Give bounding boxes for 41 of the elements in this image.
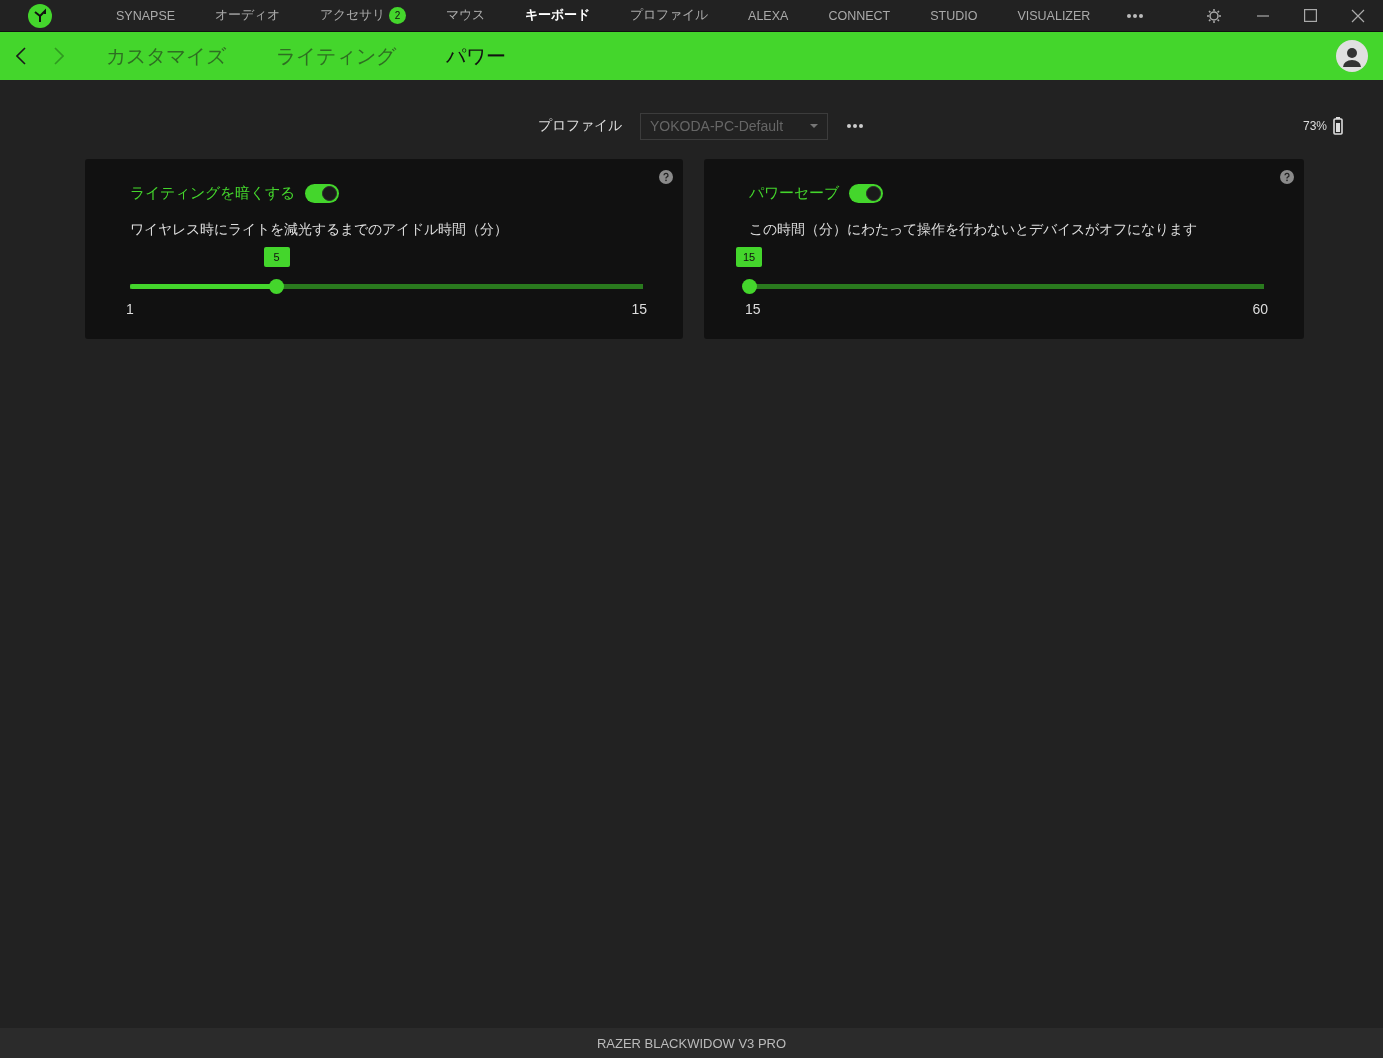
min-label: 1	[126, 301, 134, 317]
maximize-icon[interactable]	[1304, 9, 1317, 22]
profile-label: プロファイル	[538, 117, 622, 135]
nav-tab[interactable]: マウス	[426, 0, 506, 32]
logo-icon[interactable]	[28, 3, 52, 28]
close-icon[interactable]	[1351, 8, 1365, 23]
count-badge: 2	[389, 7, 407, 24]
settings-icon[interactable]	[1206, 7, 1222, 24]
battery-reading: 73%	[1302, 119, 1327, 133]
nav-tab[interactable]: VISUALIZER	[997, 0, 1111, 32]
caret-icon	[810, 124, 818, 128]
nav-tab[interactable]: SYNAPSE	[96, 0, 196, 32]
nav-tab[interactable]: キーボード	[505, 0, 611, 32]
max-label: 60	[1252, 301, 1268, 317]
device-name: RAZER BLACKWIDOW V3 PRO	[0, 1028, 1383, 1058]
help-icon[interactable]	[659, 170, 673, 184]
setting-title: ライティングを暗くする	[130, 184, 295, 203]
setting-description: この時間（分）にわたって操作を行わないとデバイスがオフになります	[749, 221, 1198, 239]
more-icon[interactable]	[1126, 12, 1145, 19]
nav-tab[interactable]: ALEXA	[728, 0, 809, 32]
help-icon[interactable]	[1280, 170, 1294, 184]
nav-tab[interactable]: アクセサリ 2	[300, 0, 427, 32]
setting-title: パワーセーブ	[749, 184, 839, 203]
max-label: 15	[631, 301, 647, 317]
battery-icon	[1333, 117, 1343, 135]
sub-tab[interactable]: パワー	[446, 42, 506, 70]
slider-thumb[interactable]	[741, 279, 757, 294]
avatar-icon[interactable]	[1336, 40, 1368, 72]
nav-tab[interactable]: オーディオ	[195, 0, 301, 32]
value-tooltip: 5	[263, 247, 290, 267]
min-label: 15	[745, 301, 761, 317]
slider-thumb[interactable]	[269, 279, 285, 294]
nav-tab[interactable]: STUDIO	[910, 0, 998, 32]
nav-tab[interactable]: プロファイル	[610, 0, 729, 32]
value-tooltip: 15	[736, 247, 762, 267]
nav-tab[interactable]: CONNECT	[808, 0, 911, 32]
toggle-switch[interactable]	[305, 184, 339, 203]
setting-description: ワイヤレス時にライトを減光するまでのアイドル時間（分）	[130, 221, 509, 239]
toggle-switch[interactable]	[849, 184, 883, 203]
back-icon[interactable]	[16, 47, 26, 65]
more-icon[interactable]	[846, 123, 864, 129]
